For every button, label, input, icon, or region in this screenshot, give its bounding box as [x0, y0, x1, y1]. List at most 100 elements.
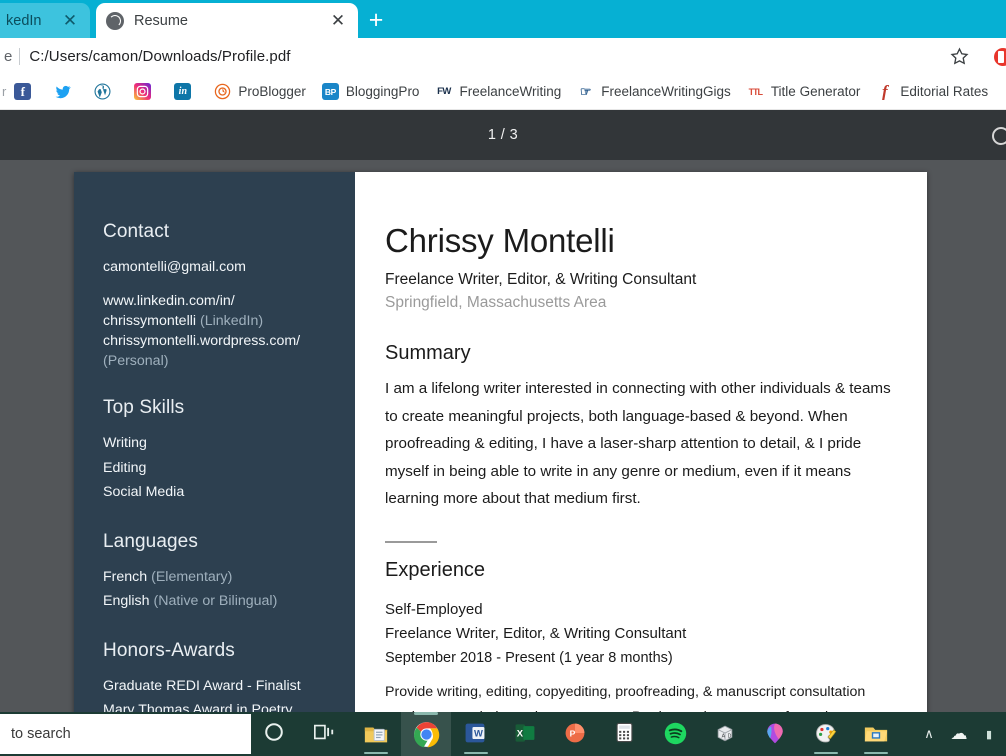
- excel-icon: X: [513, 721, 540, 748]
- pdf-page-indicator: 1 / 3: [487, 127, 519, 143]
- summary-text: I am a lifelong writer interested in con…: [385, 380, 891, 507]
- job-title: Freelance Writer, Editor, & Writing Cons…: [385, 624, 687, 642]
- honor-item: Graduate REDI Award - Finalist: [103, 677, 301, 694]
- spotify-icon: [663, 721, 690, 748]
- job-dates: September 2018 - Present (1 year 8 month…: [385, 649, 673, 666]
- dice-taskbar-button[interactable]: A D: [701, 712, 751, 756]
- folder-open-icon: [863, 721, 890, 748]
- contact-section: Contact camontelli@gmail.com www.linkedi…: [103, 221, 355, 371]
- experience-heading: Experience: [385, 558, 486, 581]
- bookmark-label: Title Generator: [770, 84, 861, 99]
- tab-resume-title: Resume: [134, 12, 188, 29]
- bookmark-facebook[interactable]: f: [6, 78, 46, 106]
- contact-personal-url: chrissymontelli.wordpress.com/: [103, 333, 301, 349]
- powerpoint-icon: P: [563, 721, 590, 748]
- title-generator-icon: TTL: [748, 86, 764, 97]
- chrome-icon: [413, 721, 440, 748]
- bookmark-wordpress[interactable]: [86, 78, 126, 106]
- bookmark-title-generator[interactable]: TTL Title Generator: [739, 78, 869, 106]
- svg-text:W: W: [473, 727, 482, 738]
- job-company: Self-Employed: [385, 600, 483, 618]
- contact-email: camontelli@gmail.com: [103, 259, 246, 275]
- linkedin-icon: in: [174, 83, 192, 100]
- paint-taskbar-button[interactable]: [801, 712, 851, 756]
- word-icon: W: [463, 721, 490, 748]
- task-view-button[interactable]: [301, 712, 351, 756]
- word-taskbar-button[interactable]: W: [451, 712, 501, 756]
- resume-location: Springfield, Massachusetts Area: [385, 294, 607, 311]
- calculator-taskbar-button[interactable]: [601, 712, 651, 756]
- system-tray: ∧ ☁ ▮: [914, 712, 1006, 756]
- resume-headline: Freelance Writer, Editor, & Writing Cons…: [385, 271, 697, 288]
- pdf-toolbar: 1 / 3: [0, 110, 1006, 160]
- top-skills-heading: Top Skills: [103, 397, 185, 418]
- facebook-icon: f: [14, 83, 32, 100]
- honors-section: Honors-Awards Graduate REDI Award - Fina…: [103, 640, 355, 713]
- taskbar-search-box[interactable]: to search: [0, 714, 251, 754]
- contact-personal-tag: (Personal): [103, 353, 169, 369]
- calculator-icon: [613, 721, 640, 748]
- language-name: English: [103, 593, 150, 609]
- top-skills-section: Top Skills Writing Editing Social Media: [103, 397, 355, 505]
- svg-text:A: A: [721, 733, 725, 739]
- bookmark-problogger[interactable]: ProBlogger: [206, 78, 314, 106]
- bookmark-linkedin[interactable]: in: [166, 78, 206, 106]
- gem-icon: [763, 721, 790, 748]
- freelancewritinggigs-icon: ☞: [579, 83, 592, 99]
- excel-taskbar-button[interactable]: X: [501, 712, 551, 756]
- tab-linkedin[interactable]: kedIn ✕: [0, 3, 90, 38]
- gem-taskbar-button[interactable]: [751, 712, 801, 756]
- address-bar[interactable]: e C:/Users/camon/Downloads/Profile.pdf: [0, 38, 1006, 74]
- circle-icon: [263, 721, 290, 748]
- task-view-icon: [313, 721, 340, 748]
- bookmark-label: Editorial Rates: [900, 84, 989, 99]
- new-tab-button[interactable]: +: [362, 8, 390, 34]
- dice-icon: A D: [713, 721, 740, 748]
- handle-tag: (LinkedIn): [199, 313, 264, 329]
- taskbar-search-text: to search: [11, 726, 71, 742]
- resume-name: Chrissy Montelli: [385, 222, 615, 259]
- editorial-rates-icon: f: [882, 83, 888, 100]
- bookmark-freelancewriting[interactable]: FW FreelanceWriting: [427, 78, 569, 106]
- close-icon[interactable]: ✕: [60, 11, 80, 31]
- resume-main: Chrissy Montelli Freelance Writer, Edito…: [355, 172, 927, 712]
- globe-icon: [106, 11, 124, 30]
- browser-window: kedIn ✕ Resume ✕ + e C:/Users/camon/Down…: [0, 0, 1006, 756]
- instagram-icon: [134, 83, 152, 100]
- honor-item: Mary Thomas Award in Poetry: [103, 702, 293, 712]
- bookmark-twitter[interactable]: [46, 78, 86, 106]
- job-description: Provide writing, editing, copyediting, p…: [385, 683, 866, 713]
- show-hidden-icons-button[interactable]: ∧: [914, 712, 944, 756]
- honors-heading: Honors-Awards: [103, 639, 235, 661]
- section-divider: [385, 540, 437, 543]
- tab-linkedin-title: kedIn: [6, 12, 42, 29]
- spotify-taskbar-button[interactable]: [651, 712, 701, 756]
- explorer-taskbar-button[interactable]: [851, 712, 901, 756]
- cortana-button[interactable]: [251, 712, 301, 756]
- skill-item: Editing: [103, 459, 147, 476]
- divider: [19, 47, 21, 65]
- contact-linkedin-handle: chrissymontelli (LinkedIn): [103, 311, 355, 331]
- file-explorer-pinned[interactable]: [351, 712, 401, 756]
- close-icon[interactable]: ✕: [328, 11, 348, 31]
- bookmark-freelancewritinggigs[interactable]: ☞ FreelanceWritingGigs: [569, 78, 739, 106]
- bookmark-editorial-rates[interactable]: f Editorial Rates: [868, 78, 996, 106]
- bookmark-star-icon[interactable]: [950, 47, 969, 66]
- language-item: French (Elementary): [103, 565, 355, 590]
- language-level: (Native or Bilingual): [153, 593, 278, 609]
- tab-resume[interactable]: Resume ✕: [96, 3, 358, 38]
- languages-heading: Languages: [103, 530, 198, 552]
- pdf-fit-button[interactable]: [992, 127, 1006, 145]
- svg-text:P: P: [569, 728, 575, 738]
- folder-icon: [363, 721, 390, 748]
- resume-page: Contact camontelli@gmail.com www.linkedi…: [74, 172, 927, 712]
- svg-text:X: X: [516, 727, 523, 738]
- onedrive-icon[interactable]: ☁: [944, 712, 974, 756]
- language-level: (Elementary): [151, 568, 233, 585]
- powerpoint-taskbar-button[interactable]: P: [551, 712, 601, 756]
- bookmark-bloggingpro[interactable]: BP BloggingPro: [314, 78, 428, 106]
- tray-overflow[interactable]: ▮: [974, 712, 1004, 756]
- pdf-viewport[interactable]: Contact camontelli@gmail.com www.linkedi…: [0, 160, 1006, 712]
- chrome-taskbar-button[interactable]: [401, 712, 451, 756]
- bookmark-instagram[interactable]: [126, 78, 166, 106]
